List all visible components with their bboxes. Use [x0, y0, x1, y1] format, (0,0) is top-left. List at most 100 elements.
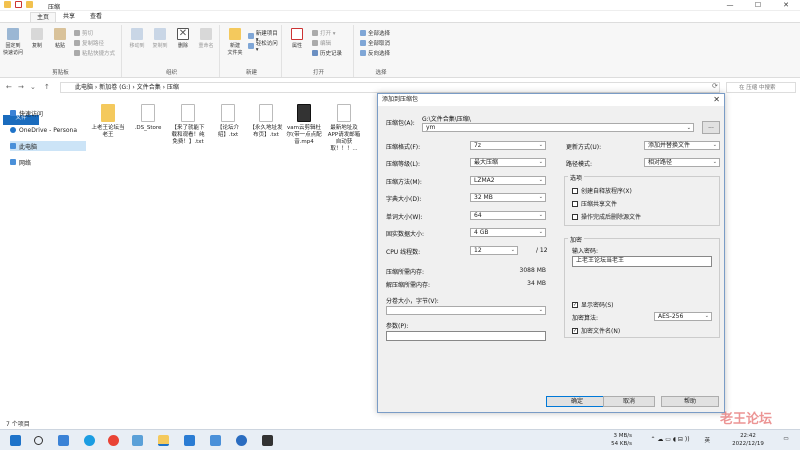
- tab-view[interactable]: 查看: [84, 12, 108, 22]
- delete-after-checkbox[interactable]: 操作完成后删除源文件: [572, 212, 641, 221]
- select-none-button[interactable]: 全部取消: [360, 39, 390, 47]
- update-select[interactable]: 添加并替换文件 ⌄: [644, 141, 720, 150]
- cancel-button[interactable]: 取消: [603, 396, 655, 407]
- back-icon[interactable]: ←: [6, 83, 12, 91]
- checkbox-icon: [572, 200, 578, 207]
- copy-to-button[interactable]: 复制到: [149, 28, 171, 49]
- move-to-button[interactable]: 移动到: [126, 28, 148, 49]
- up-icon[interactable]: ↑: [44, 83, 50, 91]
- file-item[interactable]: .DS_Store: [130, 104, 166, 132]
- params-input[interactable]: [386, 331, 546, 341]
- path-icon: [74, 40, 80, 46]
- invert-icon: [360, 50, 366, 56]
- word-select[interactable]: 64 ⌄: [470, 211, 546, 220]
- easy-access-button[interactable]: 轻松访问 ▾: [248, 39, 281, 53]
- method-label: 压缩方法(M):: [386, 179, 422, 186]
- file-item[interactable]: 最新地址及APP请发邮箱自动获取！！！...: [326, 104, 362, 153]
- new-folder-icon[interactable]: [26, 1, 33, 8]
- paste-button[interactable]: 粘贴: [49, 28, 71, 49]
- history-button[interactable]: 历史记录: [312, 49, 342, 57]
- dict-select[interactable]: 32 MB ⌄: [470, 193, 546, 202]
- archive-name-combo[interactable]: ym ⌄: [422, 123, 694, 132]
- paste-shortcut-button[interactable]: 粘贴快捷方式: [74, 49, 115, 57]
- cpu-select[interactable]: 12 ⌄: [470, 246, 518, 255]
- organize-group: 移动到 复制到 ✕ 删除 重命名 组织: [124, 25, 220, 77]
- help-button[interactable]: 帮助: [661, 396, 719, 407]
- split-select[interactable]: ⌄: [386, 306, 546, 315]
- file-item[interactable]: vam云剪辑杜尔(带一点点配音.mp4: [286, 104, 322, 146]
- delete-button[interactable]: ✕ 删除: [172, 28, 194, 49]
- open-label: 打开 ▾: [320, 31, 336, 37]
- close-button[interactable]: ✕: [772, 0, 800, 11]
- properties-icon[interactable]: [15, 1, 22, 8]
- tab-home[interactable]: 主页: [30, 12, 57, 22]
- windows-start-icon[interactable]: [10, 435, 21, 446]
- search-input[interactable]: 在 压缩 中搜索: [726, 82, 796, 93]
- shared-checkbox[interactable]: 压缩共享文件: [572, 199, 617, 208]
- format-select[interactable]: 7z ⌄: [470, 141, 546, 150]
- input-language[interactable]: 英: [700, 436, 710, 444]
- open-group-label: 打开: [312, 70, 324, 76]
- new-folder-button[interactable]: 新建 文件夹: [224, 28, 246, 56]
- minimize-button[interactable]: —: [716, 0, 744, 11]
- close-icon[interactable]: ✕: [713, 94, 720, 106]
- show-password-checkbox[interactable]: ✓ 显示密码(S): [572, 300, 614, 309]
- method-select[interactable]: LZMA2 ⌄: [470, 176, 546, 185]
- edge-icon[interactable]: [84, 435, 95, 446]
- file-item[interactable]: 【来了就能下载和观看！纯免费！】.txt: [170, 104, 206, 146]
- invert-selection-button[interactable]: 反向选择: [360, 49, 390, 57]
- app-icon[interactable]: [236, 435, 247, 446]
- cut-button[interactable]: 剪切: [74, 29, 93, 37]
- chrome-icon[interactable]: [108, 435, 119, 446]
- nav-this-pc[interactable]: 此电脑: [10, 141, 86, 151]
- rename-button[interactable]: 重命名: [195, 28, 217, 49]
- tab-share[interactable]: 共享: [57, 12, 81, 22]
- file-name: vam云剪辑杜尔(带一点点配音.mp4: [286, 125, 322, 145]
- refresh-icon[interactable]: ⟳: [712, 82, 718, 90]
- browse-button[interactable]: ...: [702, 121, 720, 134]
- computer-icon: [10, 143, 16, 149]
- pathmode-select[interactable]: 相对路径 ⌄: [644, 158, 720, 167]
- sfx-checkbox[interactable]: 创建自释放程序(X): [572, 186, 632, 195]
- task-view-icon[interactable]: [58, 435, 69, 446]
- enc-method-label: 加密算法:: [572, 315, 599, 322]
- nav-onedrive[interactable]: OneDrive - Persona: [10, 125, 86, 135]
- notification-icon[interactable]: ▭: [780, 436, 792, 442]
- file-item[interactable]: 上老王论坛当老王: [90, 104, 126, 139]
- pin-button[interactable]: 固定到 快速访问: [2, 28, 24, 56]
- properties-button[interactable]: 属性: [286, 28, 308, 49]
- file-item[interactable]: 【永久地址发布页】.txt: [248, 104, 284, 139]
- edit-icon: [312, 40, 318, 46]
- copy-button[interactable]: 复制: [26, 28, 48, 49]
- forward-icon[interactable]: →: [18, 83, 24, 91]
- edit-button[interactable]: 编辑: [312, 39, 331, 47]
- tray-icons[interactable]: ⌃ ☁ ▭ ◖ ⊟ )): [640, 436, 700, 443]
- search-icon[interactable]: [34, 436, 43, 445]
- app-icon[interactable]: [132, 435, 143, 446]
- clock-date[interactable]: 2022/12/19: [724, 441, 772, 447]
- password-input[interactable]: 上老王论坛当老王: [572, 256, 712, 267]
- solid-select[interactable]: 4 GB ⌄: [470, 228, 546, 237]
- 7zip-icon[interactable]: [262, 435, 273, 446]
- app-icon[interactable]: [184, 435, 195, 446]
- copy-path-button[interactable]: 复制路径: [74, 39, 104, 47]
- open-button[interactable]: 打开 ▾: [312, 29, 336, 37]
- checkbox-label: 显示密码(S): [581, 302, 614, 309]
- clipboard-group-label: 剪贴板: [52, 70, 69, 76]
- dict-value: 32 MB: [474, 194, 493, 201]
- path-box[interactable]: 此电脑 › 新加卷 (G:) › 文件合集 › 压缩: [60, 82, 720, 93]
- maximize-button[interactable]: ☐: [744, 0, 772, 11]
- select-all-button[interactable]: 全部选择: [360, 29, 390, 37]
- file-explorer-icon[interactable]: [158, 435, 169, 446]
- nav-network[interactable]: 网络: [10, 157, 86, 167]
- file-item[interactable]: 【论坛介绍】.txt: [210, 104, 246, 139]
- ok-button[interactable]: 确定: [546, 396, 608, 407]
- clock-time[interactable]: 22:42: [730, 433, 766, 439]
- chevron-down-icon[interactable]: ⌄: [30, 83, 36, 91]
- photos-icon[interactable]: [210, 435, 221, 446]
- enc-method-select[interactable]: AES-256 ⌄: [654, 312, 712, 321]
- level-select[interactable]: 最大压缩 ⌄: [470, 158, 546, 167]
- nav-quick-access[interactable]: 快速访问: [10, 108, 86, 118]
- breadcrumb[interactable]: 此电脑 › 新加卷 (G:) › 文件合集 › 压缩: [75, 84, 179, 91]
- encrypt-names-checkbox[interactable]: ✓ 加密文件名(N): [572, 326, 620, 335]
